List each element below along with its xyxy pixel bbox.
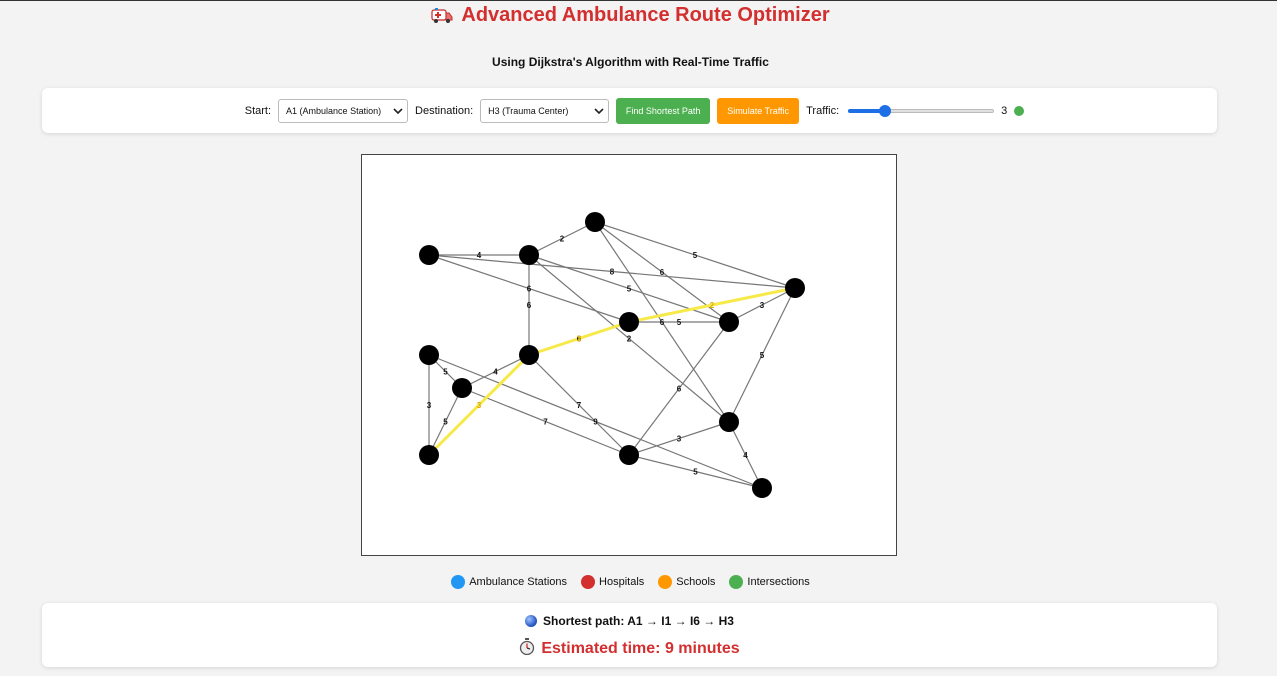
edge-weight-label: 9: [593, 418, 598, 427]
start-label: Start:: [244, 104, 272, 117]
graph-node[interactable]: [619, 445, 639, 465]
estimated-time-text: Estimated time: 9 minutes: [541, 640, 740, 657]
find-shortest-path-button[interactable]: Find Shortest Path: [616, 97, 711, 124]
stopwatch-icon: [519, 638, 535, 660]
start-select[interactable]: A1 (Ambulance Station): [278, 98, 409, 123]
shortest-path-result: Shortest path: A1 → I1 → I6 → H3: [42, 614, 1217, 628]
edge-weight-label: 6: [660, 318, 665, 327]
legend-dot: [658, 575, 673, 589]
path-weight-label: 3: [577, 335, 582, 344]
destination-select[interactable]: H3 (Trauma Center): [480, 98, 610, 123]
edge-weight-label: 4: [493, 368, 498, 377]
legend-dot: [729, 575, 744, 589]
edge-weight-label: 5: [443, 368, 448, 377]
graph-node[interactable]: [752, 478, 772, 498]
edge-weight-label: 6: [660, 268, 665, 277]
destination-label: Destination:: [415, 104, 474, 117]
edge-weight-label: 6: [527, 285, 532, 294]
result-panel: Shortest path: A1 → I1 → I6 → H3 Estimat…: [42, 603, 1217, 667]
edge-weight-label: 6: [677, 385, 682, 394]
graph-node[interactable]: [619, 312, 639, 332]
ambulance-icon: [431, 6, 453, 29]
legend-item-schools: Schools: [658, 575, 715, 589]
edge-weight-label: 5: [693, 251, 698, 260]
edge-weight-label: 6: [527, 301, 532, 310]
graph-node[interactable]: [719, 412, 739, 432]
edge-weight-label: 4: [477, 251, 482, 260]
edge-weight-label: 3: [760, 301, 765, 310]
edge-weight-label: 5: [693, 468, 698, 477]
estimated-time-result: Estimated time: 9 minutes: [42, 638, 1217, 660]
legend-label: Hospitals: [599, 576, 645, 588]
legend-label: Intersections: [747, 576, 810, 588]
blue-orb-icon: [525, 615, 538, 627]
graph-node[interactable]: [785, 278, 805, 298]
legend: Ambulance Stations Hospitals Schools Int…: [0, 575, 1261, 589]
edge-weight-label: 5: [760, 351, 765, 360]
edge-weight-label: 8: [610, 268, 615, 277]
route-graph: 4862652566 5356475395 76354332: [419, 212, 805, 498]
legend-item-hospitals: Hospitals: [581, 575, 644, 589]
edge-weight-label: 3: [677, 435, 682, 444]
legend-dot: [581, 575, 596, 589]
graph-node[interactable]: [519, 345, 539, 365]
page-title: Advanced Ambulance Route Optimizer: [0, 4, 1261, 29]
graph-node[interactable]: [519, 245, 539, 265]
edge-weight-label: 2: [627, 335, 632, 344]
edge-weight-label: 7: [577, 401, 582, 410]
edge-weight-label: 5: [443, 418, 448, 427]
page-subtitle: Using Dijkstra's Algorithm with Real-Tim…: [492, 55, 769, 69]
legend-dot: [451, 575, 466, 589]
chevron-down-icon: [393, 107, 403, 114]
simulate-traffic-button[interactable]: Simulate Traffic: [717, 97, 800, 124]
legend-item-intersections: Intersections: [729, 575, 810, 589]
control-panel: Start: A1 (Ambulance Station) Destinatio…: [42, 88, 1217, 133]
chevron-down-icon: [594, 107, 604, 114]
graph-node[interactable]: [452, 378, 472, 398]
edge-weight-label: 2: [560, 235, 565, 244]
start-select-value: A1 (Ambulance Station): [286, 105, 382, 116]
traffic-label: Traffic:: [806, 104, 840, 117]
traffic-slider-thumb[interactable]: [878, 104, 891, 117]
traffic-slider[interactable]: [848, 104, 995, 118]
edge-weight-label: 5: [677, 318, 682, 327]
traffic-value: 3: [1001, 104, 1008, 117]
graph-node[interactable]: [419, 345, 439, 365]
graph-node[interactable]: [419, 245, 439, 265]
traffic-status-indicator: [1014, 105, 1025, 116]
path-weight-label: 3: [477, 401, 482, 410]
graph-node[interactable]: [419, 445, 439, 465]
edge-weight-label: 4: [743, 451, 748, 460]
page-title-text: Advanced Ambulance Route Optimizer: [461, 4, 830, 26]
edge-weight-label: 3: [427, 401, 432, 410]
legend-label: Schools: [676, 576, 716, 588]
path-weight-label: 2: [710, 301, 715, 310]
graph-node[interactable]: [719, 312, 739, 332]
destination-select-value: H3 (Trauma Center): [488, 105, 569, 116]
edge-weight-label: 5: [627, 285, 632, 294]
route-graph-canvas[interactable]: 4862652566535647539576354332: [361, 154, 897, 556]
legend-label: Ambulance Stations: [469, 576, 568, 588]
edge-weight-label: 7: [543, 418, 548, 427]
graph-node[interactable]: [585, 212, 605, 232]
legend-item-ambulance-stations: Ambulance Stations: [451, 575, 567, 589]
shortest-path-text: Shortest path: A1 → I1 → I6 → H3: [543, 614, 734, 628]
